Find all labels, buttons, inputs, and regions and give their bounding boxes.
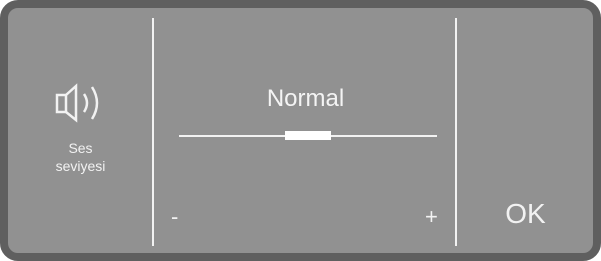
divider (455, 18, 457, 246)
setting-label-line2: seviyesi (55, 158, 106, 174)
slider-thumb[interactable] (285, 131, 331, 140)
volume-level-label: Normal (266, 85, 345, 112)
confirm-panel: OK (458, 8, 593, 253)
display-panel: Ses seviyesi Normal - + OK (0, 0, 601, 261)
speaker-icon (55, 83, 99, 123)
ok-button[interactable]: OK (458, 198, 593, 230)
volume-slider[interactable] (179, 126, 437, 146)
volume-control-panel: Normal - + (155, 8, 456, 253)
volume-decrease-button[interactable]: - (171, 204, 178, 230)
divider (152, 18, 154, 246)
volume-increase-button[interactable]: + (425, 204, 438, 230)
setting-info-panel: Ses seviyesi (8, 8, 153, 253)
setting-label-line1: Ses (68, 140, 93, 156)
